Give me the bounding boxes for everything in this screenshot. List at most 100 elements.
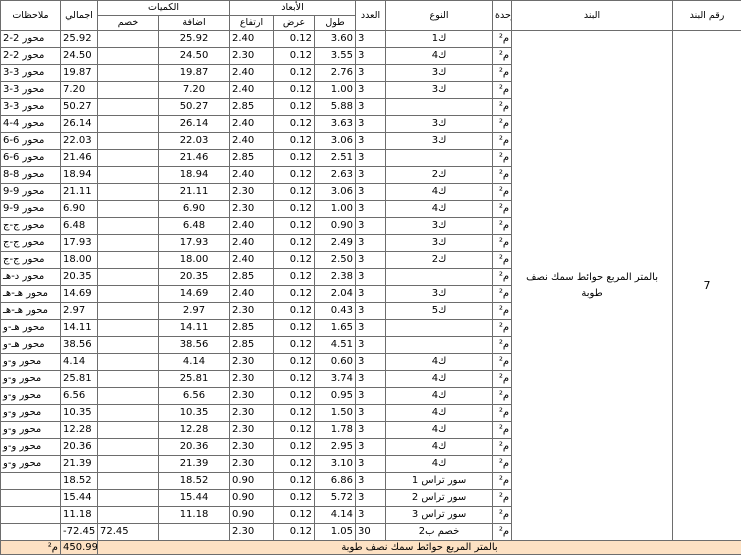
addition-cell: 17.93 <box>159 235 230 252</box>
unit-cell: م² <box>493 201 512 218</box>
total-cell: 18.94 <box>61 167 98 184</box>
length-cell: 2.38 <box>315 269 356 286</box>
header-notes: ملاحظات <box>1 1 61 31</box>
type-cell: ك4 <box>386 422 493 439</box>
item-description: بالمتر المربع حوائط سمك نصف طوبة <box>512 31 673 541</box>
total-cell: 15.44 <box>61 490 98 507</box>
type-cell <box>386 320 493 337</box>
width-cell: 0.12 <box>274 286 315 303</box>
count-cell: 3 <box>356 422 386 439</box>
deduction-cell <box>98 48 159 65</box>
height-cell: 2.85 <box>230 150 274 167</box>
length-cell: 0.95 <box>315 388 356 405</box>
width-cell: 0.12 <box>274 354 315 371</box>
type-cell <box>386 99 493 116</box>
total-cell: 25.92 <box>61 31 98 48</box>
note-cell: محور و-و <box>1 439 61 456</box>
count-cell: 3 <box>356 456 386 473</box>
addition-cell: 20.36 <box>159 439 230 456</box>
deduction-cell <box>98 473 159 490</box>
type-cell: ك4 <box>386 388 493 405</box>
item-number: 7 <box>673 31 741 541</box>
length-cell: 0.90 <box>315 218 356 235</box>
length-cell: 4.14 <box>315 507 356 524</box>
length-cell: 1.50 <box>315 405 356 422</box>
deduction-cell <box>98 490 159 507</box>
note-cell: محور هـ-هـ <box>1 303 61 320</box>
total-cell: 10.35 <box>61 405 98 422</box>
count-cell: 3 <box>356 371 386 388</box>
count-cell: 3 <box>356 507 386 524</box>
height-cell: 2.40 <box>230 65 274 82</box>
addition-cell: 14.11 <box>159 320 230 337</box>
deduction-cell <box>98 116 159 133</box>
width-cell: 0.12 <box>274 473 315 490</box>
unit-cell: م² <box>493 490 512 507</box>
deduction-cell <box>98 99 159 116</box>
type-cell: ك4 <box>386 371 493 388</box>
height-cell: 2.40 <box>230 167 274 184</box>
header-count: العدد <box>356 1 386 31</box>
note-cell: محور و-و <box>1 354 61 371</box>
width-cell: 0.12 <box>274 48 315 65</box>
header-height: ارتفاع <box>230 16 274 31</box>
height-cell: 2.85 <box>230 337 274 354</box>
count-cell: 3 <box>356 116 386 133</box>
deduction-cell <box>98 507 159 524</box>
unit-cell: م² <box>493 456 512 473</box>
addition-cell: 15.44 <box>159 490 230 507</box>
addition-cell: 6.90 <box>159 201 230 218</box>
addition-cell: 20.35 <box>159 269 230 286</box>
total-cell: 4.14 <box>61 354 98 371</box>
width-cell: 0.12 <box>274 65 315 82</box>
length-cell: 1.00 <box>315 82 356 99</box>
unit-cell: م² <box>493 252 512 269</box>
height-cell: 2.30 <box>230 201 274 218</box>
addition-cell: 2.97 <box>159 303 230 320</box>
length-cell: 2.63 <box>315 167 356 184</box>
total-cell: 21.11 <box>61 184 98 201</box>
note-cell: محور 2-2 <box>1 48 61 65</box>
height-cell: 2.30 <box>230 524 274 541</box>
unit-cell: م² <box>493 31 512 48</box>
height-cell: 2.40 <box>230 31 274 48</box>
deduction-cell <box>98 354 159 371</box>
type-cell: ك3 <box>386 133 493 150</box>
count-cell: 3 <box>356 31 386 48</box>
note-cell: محور 2-2 <box>1 31 61 48</box>
header-width: عرض <box>274 16 315 31</box>
length-cell: 3.60 <box>315 31 356 48</box>
unit-cell: م² <box>493 473 512 490</box>
count-cell: 3 <box>356 65 386 82</box>
height-cell: 2.40 <box>230 286 274 303</box>
deduction-cell: 72.45 <box>98 524 159 541</box>
header-type: النوع <box>386 1 493 31</box>
deduction-cell <box>98 456 159 473</box>
height-cell: 2.85 <box>230 320 274 337</box>
note-cell <box>1 490 61 507</box>
deduction-cell <box>98 167 159 184</box>
note-cell: محور 3-3 <box>1 65 61 82</box>
total-cell: 20.36 <box>61 439 98 456</box>
width-cell: 0.12 <box>274 422 315 439</box>
width-cell: 0.12 <box>274 82 315 99</box>
note-cell: محور 3-3 <box>1 82 61 99</box>
unit-cell: م² <box>493 167 512 184</box>
type-cell: ك5 <box>386 303 493 320</box>
deduction-cell <box>98 133 159 150</box>
unit-cell: م² <box>493 422 512 439</box>
deduction-cell <box>98 201 159 218</box>
height-cell: 2.40 <box>230 252 274 269</box>
deduction-cell <box>98 286 159 303</box>
addition-cell: 25.81 <box>159 371 230 388</box>
type-cell <box>386 269 493 286</box>
note-cell <box>1 507 61 524</box>
addition-cell: 14.69 <box>159 286 230 303</box>
addition-cell: 25.92 <box>159 31 230 48</box>
note-cell: محور 4-4 <box>1 116 61 133</box>
total-cell: 7.20 <box>61 82 98 99</box>
total-cell: 12.28 <box>61 422 98 439</box>
unit-cell: م² <box>493 65 512 82</box>
deduction-cell <box>98 303 159 320</box>
deduction-cell <box>98 405 159 422</box>
